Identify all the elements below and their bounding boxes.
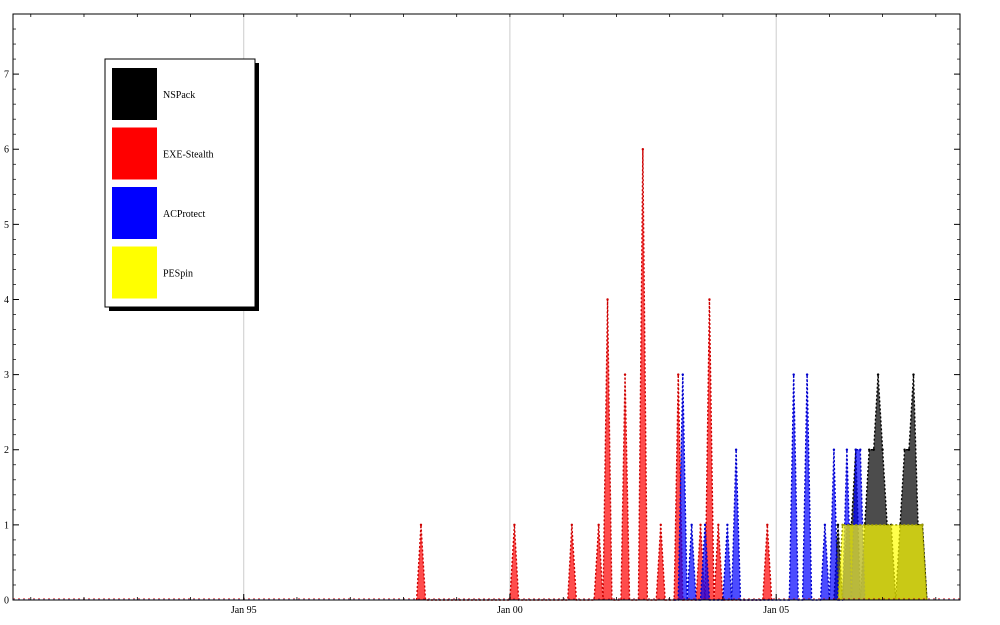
data-point bbox=[881, 448, 884, 451]
data-point bbox=[606, 298, 609, 301]
data-point bbox=[823, 523, 827, 527]
data-point bbox=[805, 373, 809, 376]
data-point bbox=[867, 448, 871, 451]
legend-swatch bbox=[112, 187, 157, 239]
data-point bbox=[912, 373, 915, 376]
legend-label: NSPack bbox=[163, 90, 195, 101]
x-tick-label: Jan 95 bbox=[231, 605, 257, 616]
data-point bbox=[903, 448, 906, 451]
chart-root: Jan 95 Jan 00 Jan 05 0 1 2 3 4 5 6 7 NSPack EXE-Ste… bbox=[0, 0, 1000, 620]
data-point bbox=[677, 373, 680, 376]
data-point bbox=[907, 448, 911, 451]
legend-label: ACProtect bbox=[163, 209, 205, 220]
x-tick-label: Jan 00 bbox=[497, 605, 523, 616]
legend-label: EXE-Stealth bbox=[163, 150, 214, 161]
data-point bbox=[699, 523, 702, 527]
data-point bbox=[703, 523, 707, 527]
data-point bbox=[859, 448, 862, 451]
x-tick-label: Jan 05 bbox=[763, 605, 789, 616]
y-tick-label: 0 bbox=[4, 596, 9, 607]
area-chart: Jan 95 Jan 00 Jan 05 0 1 2 3 4 5 6 7 NSPack EXE-Ste… bbox=[4, 13, 961, 616]
y-tick-label: 2 bbox=[4, 445, 9, 456]
data-point bbox=[570, 523, 574, 527]
y-tick-label: 4 bbox=[4, 295, 9, 306]
data-point bbox=[419, 523, 423, 527]
data-point bbox=[792, 373, 795, 376]
data-point bbox=[623, 373, 627, 376]
y-tick-label: 6 bbox=[4, 145, 9, 156]
data-point bbox=[836, 523, 840, 527]
series-area bbox=[838, 524, 927, 600]
data-point bbox=[597, 523, 600, 527]
data-point bbox=[734, 448, 738, 451]
legend-swatch bbox=[112, 127, 157, 180]
data-point bbox=[659, 523, 662, 527]
data-point bbox=[872, 448, 875, 451]
data-point bbox=[726, 523, 729, 527]
data-point bbox=[876, 373, 880, 376]
data-point bbox=[766, 523, 769, 527]
legend-label: PESpin bbox=[163, 269, 193, 280]
data-point bbox=[854, 448, 857, 451]
data-point bbox=[717, 523, 720, 527]
y-tick-label: 1 bbox=[4, 520, 9, 531]
series-pespin bbox=[837, 523, 928, 601]
data-point bbox=[841, 523, 844, 527]
legend: NSPack EXE-Stealth ACProtect PESpin bbox=[104, 58, 259, 311]
y-tick-label: 3 bbox=[4, 370, 9, 381]
data-point bbox=[513, 523, 516, 527]
data-point bbox=[845, 448, 849, 451]
data-point bbox=[832, 448, 836, 451]
data-point bbox=[641, 148, 645, 151]
data-point bbox=[690, 523, 693, 527]
legend-swatch bbox=[112, 68, 157, 120]
y-tick-label: 5 bbox=[4, 220, 9, 231]
legend-swatch bbox=[112, 246, 157, 299]
data-point bbox=[681, 373, 684, 376]
data-point bbox=[708, 298, 711, 301]
data-point bbox=[921, 523, 924, 527]
y-tick-label: 7 bbox=[4, 70, 9, 81]
